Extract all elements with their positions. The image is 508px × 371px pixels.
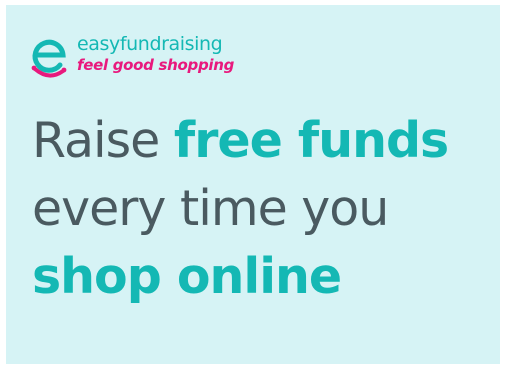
brand-logo: easyfundraising feel good shopping (30, 31, 240, 87)
brand-name: easyfundraising (77, 33, 223, 55)
logo-text: easyfundraising feel good shopping (77, 33, 234, 75)
headline-free-funds: free funds (173, 112, 449, 169)
headline: Raise free funds every time you shop onl… (32, 107, 500, 311)
headline-line-1: Raise free funds (32, 107, 500, 175)
headline-line-3: shop online (32, 248, 342, 305)
smiley-e-icon (31, 39, 67, 78)
headline-line-2: every time you (32, 180, 389, 237)
headline-raise: Raise (32, 112, 174, 169)
ad-banner[interactable]: easyfundraising feel good shopping Raise… (6, 5, 500, 364)
brand-tagline: feel good shopping (77, 56, 235, 74)
